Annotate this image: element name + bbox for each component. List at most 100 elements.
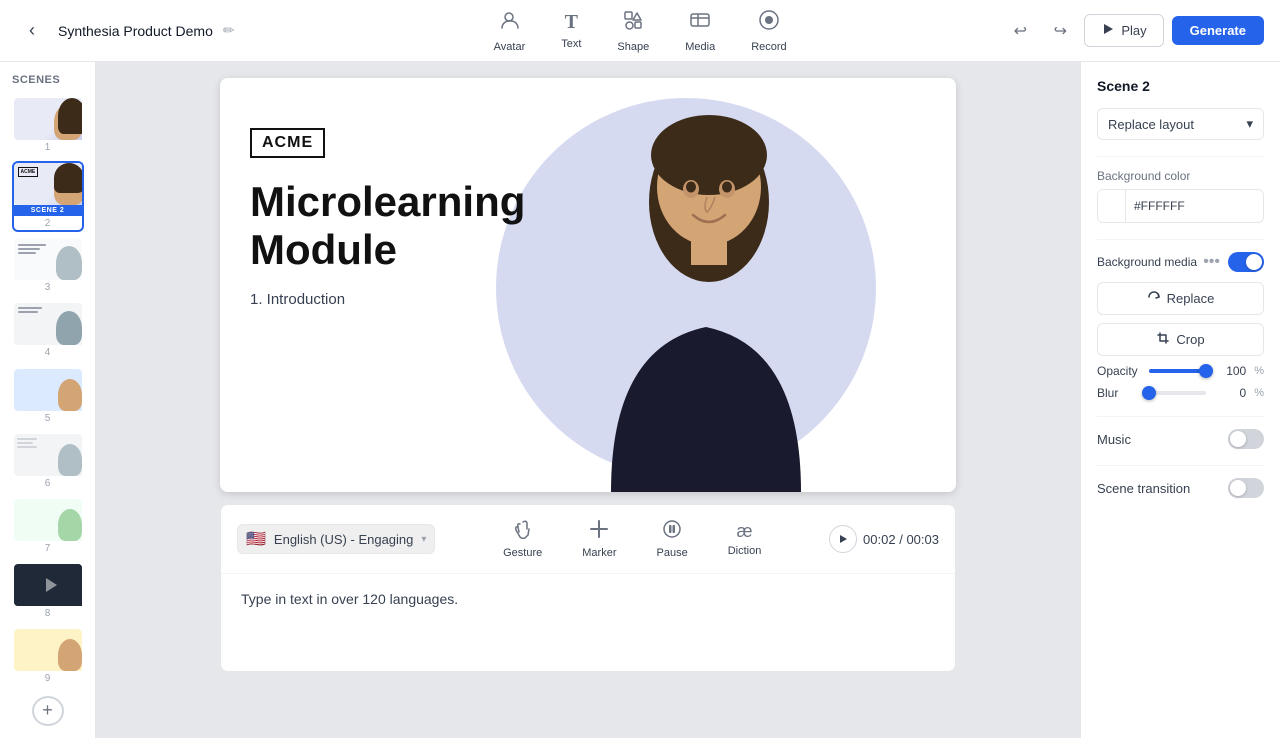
scene-thumb-img-2: ACME [14, 163, 84, 205]
undo-icon: ↩ [1014, 21, 1027, 41]
scene-thumb-2[interactable]: ACME SCENE 2 2 [12, 161, 84, 232]
gesture-label: Gesture [503, 547, 542, 559]
scene-thumb-1[interactable]: 1 [12, 96, 84, 157]
opacity-slider[interactable] [1149, 369, 1206, 373]
opacity-percent: % [1254, 365, 1264, 377]
play-label: Play [1121, 23, 1146, 38]
scene-thumb-img-8 [14, 564, 84, 606]
generate-button[interactable]: Generate [1172, 16, 1264, 45]
music-toggle[interactable] [1228, 429, 1264, 449]
scene-thumb-img-9 [14, 629, 84, 671]
script-text: Type in text in over 120 languages. [241, 591, 458, 607]
music-toggle-knob [1230, 431, 1246, 447]
record-label: Record [751, 41, 786, 53]
avatar-svg [551, 87, 861, 492]
pause-tool[interactable]: Pause [649, 515, 696, 563]
crop-icon [1156, 331, 1170, 348]
scene-thumb-5[interactable]: 5 [12, 367, 84, 428]
crop-label: Crop [1176, 332, 1204, 347]
blur-value: 0 [1214, 386, 1246, 400]
scene-label: Scene 2 [1097, 78, 1264, 94]
media-label: Media [685, 41, 715, 53]
scene-thumb-6[interactable]: 6 [12, 432, 84, 493]
tool-media[interactable]: Media [669, 3, 731, 59]
music-section: Music [1097, 429, 1264, 449]
scene-thumb-7[interactable]: 7 [12, 497, 84, 558]
marker-tool[interactable]: Marker [574, 515, 624, 563]
script-text-area[interactable]: Type in text in over 120 languages. [221, 574, 955, 624]
scene-thumb-3[interactable]: 3 [12, 236, 84, 297]
gesture-icon [513, 519, 533, 544]
divider-3 [1097, 416, 1264, 417]
scene-thumb-8[interactable]: 8 [12, 562, 84, 623]
scene-thumb-img-4 [14, 303, 84, 345]
toolbar-right: ↩ ↪ Play Generate [1004, 14, 1264, 47]
scene-num-2: 2 [14, 216, 82, 232]
color-value-input[interactable] [1126, 193, 1264, 219]
blur-label: Blur [1097, 386, 1141, 400]
bg-media-toggle[interactable] [1228, 252, 1264, 272]
time-current: 00:02 [863, 532, 896, 547]
tool-record[interactable]: Record [735, 3, 802, 59]
language-selector[interactable]: 🇺🇸 English (US) - Engaging ▾ [237, 524, 435, 554]
more-options-icon[interactable]: ••• [1203, 253, 1220, 271]
scene-transition-toggle[interactable] [1228, 478, 1264, 498]
scene-thumb-4[interactable]: 4 [12, 301, 84, 362]
avatar-icon [498, 9, 520, 37]
replace-button[interactable]: Replace [1097, 282, 1264, 315]
blur-thumb[interactable] [1142, 386, 1156, 400]
scene-transition-section: Scene transition [1097, 478, 1264, 498]
scene-thumb-9[interactable]: 9 [12, 627, 84, 688]
divider-2 [1097, 239, 1264, 240]
canvas-wrapper[interactable]: ACME Microlearning Module 1. Introductio… [220, 78, 956, 492]
tool-avatar[interactable]: Avatar [478, 3, 542, 59]
blur-slider[interactable] [1149, 391, 1206, 395]
bg-color-label: Background color [1097, 169, 1264, 183]
add-scene-button[interactable]: + [32, 696, 64, 726]
tool-text[interactable]: T Text [545, 5, 597, 56]
tool-shape[interactable]: Shape [601, 3, 665, 59]
blur-row: Blur 0 % [1097, 386, 1264, 400]
replace-layout-chevron-icon: ▾ [1246, 116, 1253, 132]
toggle-knob [1246, 254, 1262, 270]
scene-num-3: 3 [14, 280, 82, 297]
scene-num-1: 1 [14, 140, 82, 157]
pause-label: Pause [657, 547, 688, 559]
back-icon: ‹ [29, 20, 35, 41]
avatar-label: Avatar [494, 41, 526, 53]
diction-tool[interactable]: æ Diction [720, 517, 770, 561]
back-button[interactable]: ‹ [16, 15, 48, 47]
redo-button[interactable]: ↪ [1044, 15, 1076, 47]
bg-media-row: Background media ••• [1097, 252, 1264, 272]
blur-percent: % [1254, 387, 1264, 399]
replace-layout-dropdown[interactable]: Replace layout ▾ [1097, 108, 1264, 140]
bg-media-section: Background media ••• Replace [1097, 252, 1264, 400]
language-chevron-icon: ▾ [421, 534, 426, 545]
opacity-row: Opacity 100 % [1097, 364, 1264, 378]
scene-active-badge: SCENE 2 [14, 205, 82, 216]
gesture-tool[interactable]: Gesture [495, 515, 550, 563]
crop-button[interactable]: Crop [1097, 323, 1264, 356]
scene-thumb-img-6 [14, 434, 84, 476]
scene-num-9: 9 [14, 671, 82, 688]
scene-num-7: 7 [14, 541, 82, 558]
main-content: Scenes 1 ACME SCENE 2 2 [0, 62, 1280, 738]
opacity-thumb[interactable] [1199, 364, 1213, 378]
scene-num-4: 4 [14, 345, 82, 362]
replace-icon [1147, 290, 1161, 307]
project-title: Synthesia Product Demo [58, 23, 213, 39]
scene-num-6: 6 [14, 476, 82, 493]
divider-4 [1097, 465, 1264, 466]
shape-label: Shape [617, 41, 649, 53]
script-play-button[interactable] [829, 525, 857, 553]
scene-thumb-img-1 [14, 98, 84, 140]
color-swatch[interactable] [1098, 190, 1126, 222]
media-row-right: ••• [1203, 252, 1264, 272]
scenes-label: Scenes [8, 74, 87, 86]
play-button[interactable]: Play [1084, 14, 1163, 47]
undo-button[interactable]: ↩ [1004, 15, 1036, 47]
scene-thumb-img-7 [14, 499, 84, 541]
opacity-fill [1149, 369, 1206, 373]
edit-title-icon[interactable]: ✏ [223, 22, 235, 39]
scene-thumb-img-3 [14, 238, 84, 280]
